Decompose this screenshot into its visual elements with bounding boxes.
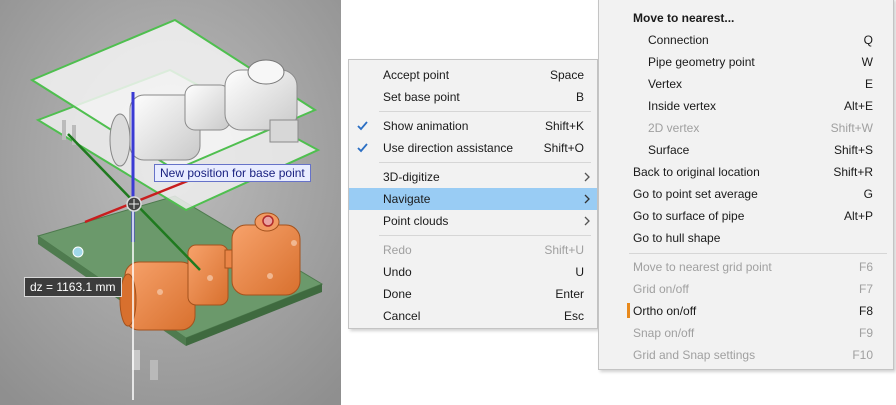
menu-item-navigate[interactable]: Navigate [349,188,597,210]
menu-separator [629,253,887,254]
menu-item-label: Navigate [383,192,431,206]
submenu-item-ortho-on-off[interactable]: Ortho on/off F8 [599,300,893,322]
menu-item-label: Surface [648,143,690,157]
submenu-header-move-to-nearest: Move to nearest... [599,7,893,29]
submenu-item-grid-on-off[interactable]: Grid on/off F7 [599,278,893,300]
menu-item-label: Go to surface of pipe [633,209,745,223]
submenu-item-snap-on-off[interactable]: Snap on/off F9 [599,322,893,344]
menu-item-label: Back to original location [633,165,760,179]
menu-item-label: Go to hull shape [633,231,721,245]
menu-item-shortcut: Esc [563,309,584,323]
menu-item-label: Use direction assistance [383,141,514,155]
menu-item-label: Ortho on/off [633,304,697,318]
context-menu: Accept point Space Set base point B Show… [348,59,598,329]
menu-item-label: Move to nearest grid point [633,260,772,274]
menu-item-set-base-point[interactable]: Set base point B [349,86,597,108]
checkmark-icon [357,143,368,153]
menu-item-shortcut: Shift+K [544,119,584,133]
menu-item-done[interactable]: Done Enter [349,283,597,305]
menu-item-label: 2D vertex [648,121,700,135]
menu-item-undo[interactable]: Undo U [349,261,597,283]
menu-item-shortcut: Shift+S [833,143,873,157]
dz-readout: dz = 1163.1 mm [24,277,122,297]
snap-marker-red [262,215,274,227]
snap-marker-cyan [72,246,84,258]
chevron-right-icon [584,194,590,204]
menu-item-shortcut: F9 [858,326,873,340]
chevron-right-icon [584,172,590,182]
active-toggle-indicator [627,303,630,318]
navigate-submenu: Move to nearest... Connection Q Pipe geo… [598,0,894,370]
menu-item-shortcut: B [575,90,584,104]
submenu-item-surface[interactable]: Surface Shift+S [599,139,893,161]
submenu-header-label: Move to nearest... [633,11,735,25]
menu-item-label: Snap on/off [633,326,695,340]
menu-item-shortcut: Alt+P [843,209,873,223]
menu-item-shortcut: Shift+U [544,243,584,257]
menu-item-shortcut: Shift+W [830,121,873,135]
submenu-item-grid-and-snap-settings[interactable]: Grid and Snap settings F10 [599,344,893,366]
menu-item-shortcut: Alt+E [843,99,873,113]
menu-item-label: Accept point [383,68,450,82]
submenu-item-pipe-geometry-point[interactable]: Pipe geometry point W [599,51,893,73]
menu-item-3d-digitize[interactable]: 3D-digitize [349,166,597,188]
checkmark-icon [357,121,368,131]
menu-item-label: Go to point set average [633,187,758,201]
menu-item-label: Inside vertex [648,99,717,113]
menu-separator [379,111,591,112]
menu-item-label: Grid and Snap settings [633,348,756,362]
menu-item-label: Done [383,287,412,301]
menu-item-shortcut: F8 [858,304,873,318]
menu-item-redo[interactable]: Redo Shift+U [349,239,597,261]
menu-separator [379,235,591,236]
menu-item-shortcut: E [864,77,873,91]
menu-item-label: Point clouds [383,214,449,228]
menu-item-shortcut: Space [549,68,584,82]
submenu-item-inside-vertex[interactable]: Inside vertex Alt+E [599,95,893,117]
menu-item-label: Grid on/off [633,282,689,296]
menu-item-point-clouds[interactable]: Point clouds [349,210,597,232]
submenu-item-back-to-original-location[interactable]: Back to original location Shift+R [599,161,893,183]
menu-item-label: Redo [383,243,412,257]
menu-item-cancel[interactable]: Cancel Esc [349,305,597,327]
menu-item-accept-point[interactable]: Accept point Space [349,64,597,86]
menu-item-shortcut: G [863,187,873,201]
submenu-item-move-to-nearest-grid-point[interactable]: Move to nearest grid point F6 [599,256,893,278]
menu-item-shortcut: F6 [858,260,873,274]
menu-item-label: Cancel [383,309,421,323]
submenu-item-go-to-hull-shape[interactable]: Go to hull shape [599,227,893,249]
menu-separator [379,162,591,163]
menu-item-label: Show animation [383,119,469,133]
chevron-right-icon [584,216,590,226]
menu-item-shortcut: W [861,55,873,69]
submenu-item-go-to-point-set-average[interactable]: Go to point set average G [599,183,893,205]
menu-item-label: Undo [383,265,412,279]
menu-item-use-direction-assistance[interactable]: Use direction assistance Shift+O [349,137,597,159]
menu-item-shortcut: Q [863,33,873,47]
3d-scene [0,0,341,405]
menu-item-label: 3D-digitize [383,170,440,184]
menu-item-shortcut: Shift+R [833,165,873,179]
menu-item-label: Set base point [383,90,460,104]
base-point-tooltip: New position for base point [154,164,311,182]
menu-item-label: Vertex [648,77,683,91]
3d-viewport[interactable]: New position for base point dz = 1163.1 … [0,0,341,405]
menu-item-shortcut: Shift+O [543,141,584,155]
menu-item-shortcut: Enter [555,287,584,301]
menu-item-shortcut: U [575,265,584,279]
menu-item-shortcut: F7 [858,282,873,296]
submenu-item-vertex[interactable]: Vertex E [599,73,893,95]
menu-item-label: Connection [648,33,709,47]
menu-item-shortcut: F10 [852,348,873,362]
menu-item-label: Pipe geometry point [648,55,755,69]
submenu-item-go-to-surface-of-pipe[interactable]: Go to surface of pipe Alt+P [599,205,893,227]
submenu-item-2d-vertex[interactable]: 2D vertex Shift+W [599,117,893,139]
menu-item-show-animation[interactable]: Show animation Shift+K [349,115,597,137]
submenu-item-connection[interactable]: Connection Q [599,29,893,51]
